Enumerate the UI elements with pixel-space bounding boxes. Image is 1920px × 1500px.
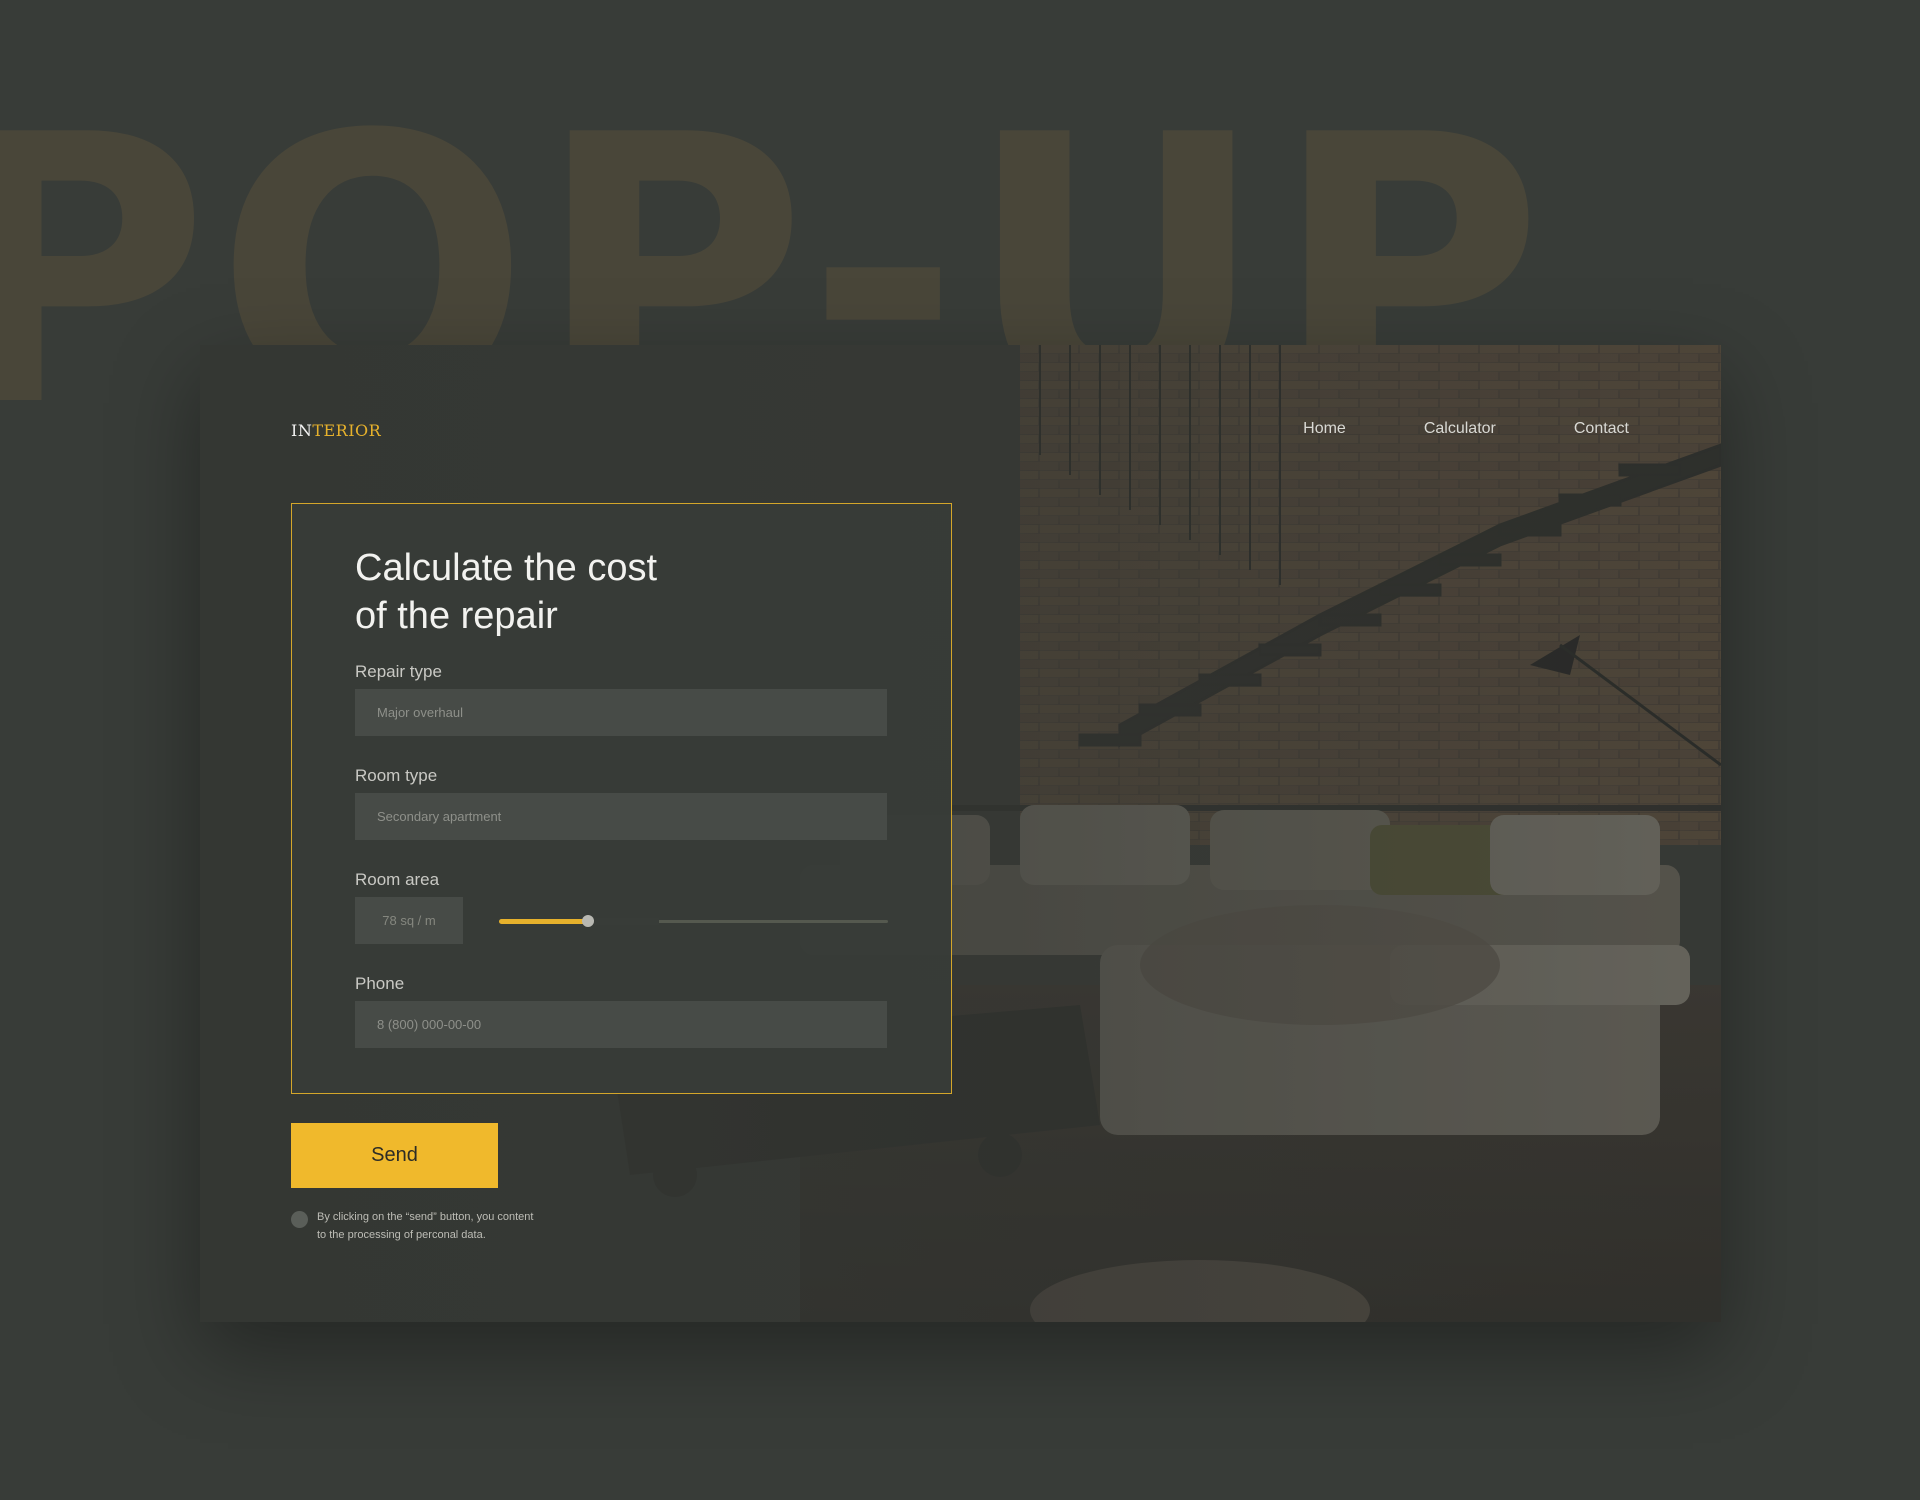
room-area-label: Room area [355,870,440,889]
room-area-row [355,897,888,944]
calculator-form: Calculate the cost of the repair Repair … [291,503,952,1094]
nav-home[interactable]: Home [1303,420,1346,438]
room-area-slider-thumb[interactable] [582,914,594,927]
logo[interactable]: INTERIOR [291,421,381,440]
room-area-slider-fill [499,918,588,924]
logo-prefix: IN [291,421,313,440]
nav-contact[interactable]: Contact [1574,420,1629,438]
phone-label: Phone [355,974,405,993]
main-nav: Home Calculator Contact [1303,420,1629,438]
consent-notice: By clicking on the “send” button, you co… [291,1208,587,1244]
repair-type-field: Repair type [355,662,888,736]
room-area-slider[interactable] [499,914,888,928]
phone-field: Phone [355,974,888,1048]
form-title: Calculate the cost of the repair [355,544,775,640]
consent-text: By clicking on the “send” button, you co… [317,1208,587,1244]
repair-type-input[interactable] [355,689,887,736]
room-type-field: Room type [355,766,888,840]
repair-type-label: Repair type [355,662,442,681]
room-area-field: Room area [355,870,888,944]
room-area-slider-gap [594,917,659,925]
room-type-label: Room type [355,766,438,785]
room-type-input[interactable] [355,793,887,840]
room-area-input[interactable] [355,897,463,944]
form-title-line1: Calculate the cost [355,547,658,589]
consent-radio[interactable] [291,1211,308,1228]
nav-calculator[interactable]: Calculator [1424,420,1496,438]
popup-card: INTERIOR Home Calculator Contact Calcula… [200,345,1721,1322]
consent-line2: to the processing of perconal data. [317,1229,486,1241]
send-button[interactable]: Send [291,1123,498,1188]
phone-input[interactable] [355,1001,887,1048]
logo-suffix: TERIOR [312,421,382,440]
consent-line1: By clicking on the “send” button, you co… [317,1211,534,1223]
form-title-line2: of the repair [355,595,558,637]
